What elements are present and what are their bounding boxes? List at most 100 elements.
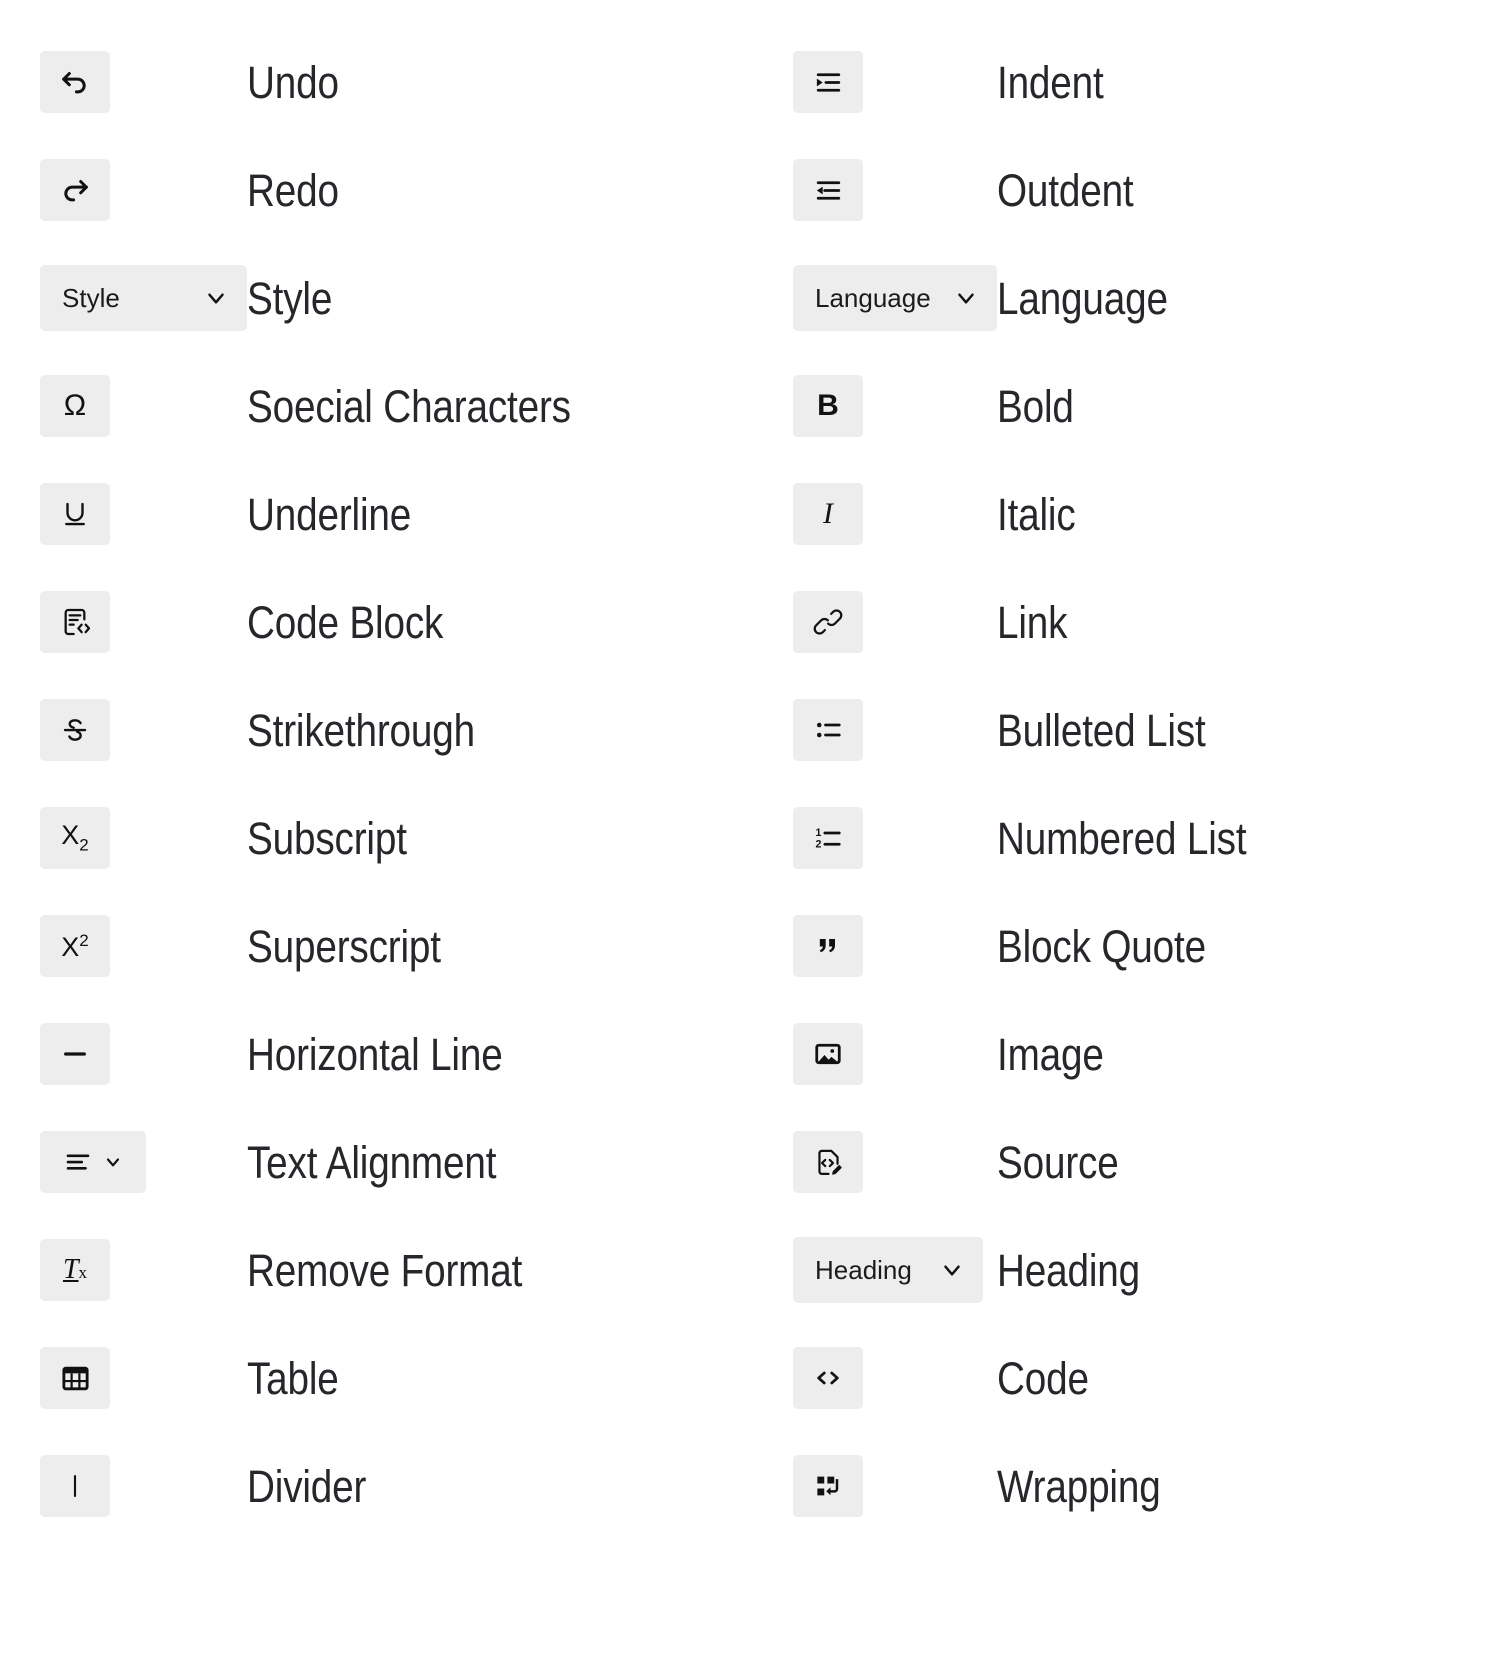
subscript-button[interactable]: X2 bbox=[40, 807, 110, 869]
control-slot bbox=[750, 699, 997, 761]
legend-row-wrapping: Wrapping bbox=[750, 1432, 1500, 1540]
link-button[interactable] bbox=[793, 591, 863, 653]
legend-label: Superscript bbox=[247, 920, 441, 972]
legend-label: Soecial Characters bbox=[247, 380, 571, 432]
indent-icon bbox=[813, 67, 844, 98]
divider-button[interactable] bbox=[40, 1455, 110, 1517]
legend-label: Block Quote bbox=[997, 920, 1206, 972]
legend-label: Bulleted List bbox=[997, 704, 1206, 756]
source-button[interactable] bbox=[793, 1131, 863, 1193]
control-slot bbox=[0, 699, 247, 761]
code-button[interactable] bbox=[793, 1347, 863, 1409]
legend-label: Bold bbox=[997, 380, 1074, 432]
legend-label: Language bbox=[997, 272, 1168, 324]
heading-dropdown[interactable]: Heading bbox=[793, 1237, 983, 1303]
legend-row-outdent: Outdent bbox=[750, 136, 1500, 244]
chevron-down-icon bbox=[203, 285, 229, 311]
source-edit-icon bbox=[813, 1147, 844, 1178]
block-quote-button[interactable] bbox=[793, 915, 863, 977]
legend-row-undo: Undo bbox=[0, 28, 750, 136]
legend-label: Code Block bbox=[247, 596, 444, 648]
outdent-icon bbox=[813, 175, 844, 206]
legend-row-code: Code bbox=[750, 1324, 1500, 1432]
special-characters-button[interactable]: Ω bbox=[40, 375, 110, 437]
code-angle-icon bbox=[813, 1363, 843, 1393]
horizontal-line-button[interactable] bbox=[40, 1023, 110, 1085]
text-alignment-dropdown[interactable] bbox=[40, 1131, 146, 1193]
undo-arrow-icon bbox=[58, 65, 92, 99]
chevron-down-icon bbox=[939, 1257, 965, 1283]
numbered-list-button[interactable]: 1 2 bbox=[793, 807, 863, 869]
style-dropdown[interactable]: Style bbox=[40, 265, 247, 331]
language-dropdown[interactable]: Language bbox=[793, 265, 997, 331]
legend-row-block-quote: Block Quote bbox=[750, 892, 1500, 1000]
code-block-icon bbox=[59, 606, 91, 638]
redo-button[interactable] bbox=[40, 159, 110, 221]
bold-button[interactable]: B bbox=[793, 375, 863, 437]
legend-label: Numbered List bbox=[997, 812, 1247, 864]
control-slot: 1 2 bbox=[750, 807, 997, 869]
wrapping-icon bbox=[813, 1471, 843, 1501]
undo-button[interactable] bbox=[40, 51, 110, 113]
legend-label: Image bbox=[997, 1028, 1104, 1080]
control-slot bbox=[750, 1023, 997, 1085]
italic-button[interactable]: I bbox=[793, 483, 863, 545]
strikethrough-button[interactable] bbox=[40, 699, 110, 761]
control-slot bbox=[750, 51, 997, 113]
wrapping-button[interactable] bbox=[793, 1455, 863, 1517]
legend-label: Table bbox=[247, 1352, 339, 1404]
legend-row-table: Table bbox=[0, 1324, 750, 1432]
legend-label: Indent bbox=[997, 56, 1104, 108]
legend-row-bold: B Bold bbox=[750, 352, 1500, 460]
legend-label: Strikethrough bbox=[247, 704, 475, 756]
bulleted-list-icon bbox=[813, 715, 843, 745]
control-slot: Style bbox=[0, 265, 247, 331]
legend-label: Remove Format bbox=[247, 1244, 523, 1296]
image-button[interactable] bbox=[793, 1023, 863, 1085]
remove-format-icon: Tx bbox=[62, 1254, 88, 1285]
legend-label: Subscript bbox=[247, 812, 407, 864]
remove-format-button[interactable]: Tx bbox=[40, 1239, 110, 1301]
legend-label: Heading bbox=[997, 1244, 1140, 1296]
vertical-bar-icon bbox=[60, 1471, 90, 1501]
legend-row-strikethrough: Strikethrough bbox=[0, 676, 750, 784]
superscript-button[interactable]: X2 bbox=[40, 915, 110, 977]
image-icon bbox=[813, 1039, 843, 1069]
indent-button[interactable] bbox=[793, 51, 863, 113]
table-button[interactable] bbox=[40, 1347, 110, 1409]
superscript-icon: X2 bbox=[61, 930, 89, 962]
bulleted-list-button[interactable] bbox=[793, 699, 863, 761]
control-slot: Ω bbox=[0, 375, 247, 437]
bold-icon: B bbox=[817, 389, 839, 422]
horizontal-line-icon bbox=[59, 1038, 91, 1070]
legend-label: Undo bbox=[247, 56, 339, 108]
legend-row-style: Style Style bbox=[0, 244, 750, 352]
control-slot bbox=[0, 1455, 247, 1517]
control-slot: B bbox=[750, 375, 997, 437]
legend-label: Outdent bbox=[997, 164, 1134, 216]
control-slot bbox=[0, 591, 247, 653]
underline-button[interactable] bbox=[40, 483, 110, 545]
legend-row-remove-format: Tx Remove Format bbox=[0, 1216, 750, 1324]
legend-row-redo: Redo bbox=[0, 136, 750, 244]
control-slot bbox=[750, 915, 997, 977]
control-slot bbox=[750, 159, 997, 221]
link-chain-icon bbox=[813, 607, 843, 637]
legend-label: Style bbox=[247, 272, 333, 324]
code-block-button[interactable] bbox=[40, 591, 110, 653]
control-slot bbox=[0, 1131, 247, 1193]
block-quote-icon bbox=[814, 932, 842, 960]
legend-label: Horizontal Line bbox=[247, 1028, 503, 1080]
control-slot bbox=[750, 591, 997, 653]
legend-row-heading: Heading Heading bbox=[750, 1216, 1500, 1324]
right-column: Indent Outdent Language Language B Bold … bbox=[750, 0, 1500, 1680]
control-slot bbox=[0, 1023, 247, 1085]
legend-row-divider: Divider bbox=[0, 1432, 750, 1540]
table-grid-icon bbox=[60, 1363, 91, 1394]
svg-text:2: 2 bbox=[816, 838, 822, 850]
align-left-icon bbox=[63, 1147, 93, 1177]
legend-row-superscript: X2 Superscript bbox=[0, 892, 750, 1000]
style-dropdown-value: Style bbox=[62, 283, 120, 313]
control-slot bbox=[0, 1347, 247, 1409]
outdent-button[interactable] bbox=[793, 159, 863, 221]
